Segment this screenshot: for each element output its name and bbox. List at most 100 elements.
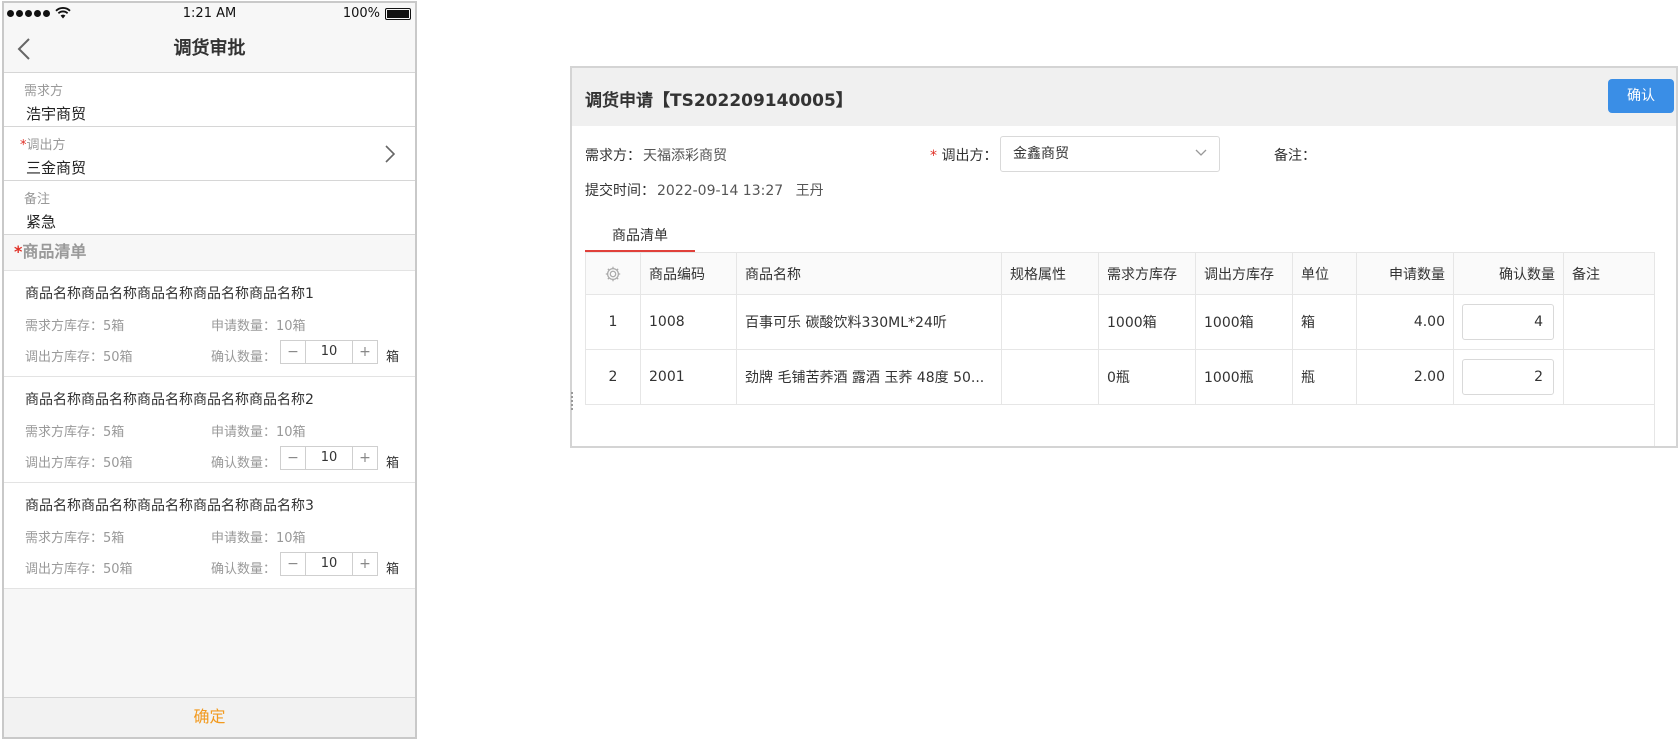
confirm-button[interactable]: 确认 [1608, 79, 1674, 113]
demand-stock: 需求方库存：5箱 [25, 425, 125, 440]
supplier-cell[interactable]: *调出方 三金商贸 [4, 127, 415, 181]
apply-qty: 申请数量：10箱 [211, 425, 306, 440]
table-header: 商品编码 商品名称 规格属性 需求方库存 调出方库存 单位 申请数量 确认数量 … [585, 252, 1674, 295]
gear-icon[interactable] [604, 265, 622, 283]
goods-name: 商品名称商品名称商品名称商品名称商品名称2 [25, 392, 314, 408]
demand-stock: 0瓶 [1098, 349, 1196, 405]
demand-info: 需求方： 天福添彩商贸 [585, 145, 727, 165]
demand-label: 需求方 [24, 84, 64, 99]
goods-spec [1001, 349, 1099, 405]
decrement-button[interactable]: − [281, 553, 305, 575]
column-header-spec: 规格属性 [1001, 252, 1099, 295]
confirm-qty-cell: 2 [1453, 349, 1564, 405]
goods-name: 商品名称商品名称商品名称商品名称商品名称1 [25, 286, 314, 302]
goods-row-stock: 需求方库存：5箱 申请数量：10箱 [25, 527, 306, 546]
column-header-name: 商品名称 [736, 252, 1002, 295]
goods-section-title: 商品清单 [22, 242, 87, 261]
unit: 箱 [1292, 294, 1357, 350]
submit-time: 2022-09-14 13:27 [657, 183, 784, 199]
increment-button[interactable]: + [353, 341, 377, 363]
dialog-title: 调货申请【TS202209140005】 [585, 91, 853, 111]
goods-row-confirm: 调出方库存：50箱 确认数量： [25, 346, 276, 365]
supply-stock: 调出方库存：50箱 [25, 456, 133, 471]
demand-cell: 需求方 浩宇商贸 [4, 73, 415, 127]
remark-value: 紧急 [26, 213, 57, 231]
decrement-button[interactable]: − [281, 341, 305, 363]
mobile-screen: 1:21 AM 100% 调货审批 需求方 浩宇商贸 *调出方 三金商贸 备注 … [2, 1, 417, 739]
supplier-value: 三金商贸 [26, 159, 87, 177]
confirm-qty-input[interactable]: 4 [1462, 304, 1554, 340]
submitter: 王丹 [795, 183, 824, 199]
tab-goods-list[interactable]: 商品清单 [585, 224, 695, 252]
table-row: 2 2001 劲牌 毛铺苦荞酒 露酒 玉荞 48度 50... 0瓶 1000瓶… [585, 349, 1674, 405]
column-header-supply-stock: 调出方库存 [1195, 252, 1293, 295]
quantity-stepper: − 10 + [280, 340, 378, 364]
battery-group: 100% [343, 6, 411, 21]
column-header-code: 商品编码 [640, 252, 737, 295]
row-index: 1 [585, 294, 641, 350]
supply-stock: 1000瓶 [1195, 349, 1293, 405]
increment-button[interactable]: + [353, 553, 377, 575]
supplier-select-value: 金鑫商贸 [1013, 146, 1069, 162]
unit-label: 箱 [386, 456, 400, 471]
demand-value: 天福添彩商贸 [643, 148, 727, 164]
goods-code: 1008 [640, 294, 737, 350]
supply-stock: 1000箱 [1195, 294, 1293, 350]
remark-label: 备注： [1274, 148, 1316, 164]
decrement-button[interactable]: − [281, 447, 305, 469]
quantity-input[interactable]: 10 [305, 553, 353, 575]
quantity-stepper: − 10 + [280, 552, 378, 576]
remark-label: 备注 [24, 192, 51, 207]
battery-icon [385, 7, 411, 20]
confirm-footer-button[interactable]: 确定 [4, 697, 415, 737]
quantity-input[interactable]: 10 [305, 447, 353, 469]
required-mark: * [930, 148, 937, 164]
vertical-scrollbar[interactable] [1654, 252, 1676, 446]
unit: 瓶 [1292, 349, 1357, 405]
quantity-stepper: − 10 + [280, 446, 378, 470]
apply-qty: 申请数量：10箱 [211, 531, 306, 546]
apply-qty: 2.00 [1356, 349, 1454, 405]
page-title: 调货审批 [173, 38, 246, 59]
confirm-label: 确认数量： [211, 456, 277, 471]
column-header-unit: 单位 [1292, 252, 1357, 295]
apply-qty: 申请数量：10箱 [211, 319, 306, 334]
demand-stock: 需求方库存：5箱 [25, 319, 125, 334]
confirm-qty-cell: 4 [1453, 294, 1564, 350]
demand-label: 需求方： [585, 148, 641, 164]
column-header-demand-stock: 需求方库存 [1098, 252, 1196, 295]
supplier-select[interactable]: 金鑫商贸 [1000, 136, 1220, 172]
confirm-qty-input[interactable]: 2 [1462, 359, 1554, 395]
goods-row-stock: 需求方库存：5箱 申请数量：10箱 [25, 315, 306, 334]
supplier-label-wrap: *调出方 [20, 134, 415, 153]
resize-handle[interactable] [571, 392, 575, 410]
transfer-request-dialog: 调货申请【TS202209140005】 确认 需求方： 天福添彩商贸 * 调出方… [570, 66, 1678, 448]
confirm-label: 确认数量： [211, 350, 277, 365]
column-settings-header[interactable] [585, 252, 641, 295]
submit-info: 提交时间： 2022-09-14 13:27 王丹 [585, 180, 824, 200]
supplier-label: 调出方： [941, 148, 998, 164]
goods-item-2: 商品名称商品名称商品名称商品名称商品名称2 需求方库存：5箱 申请数量：10箱 … [4, 377, 415, 483]
column-header-apply-qty: 申请数量 [1356, 252, 1454, 295]
column-header-confirm-qty: 确认数量 [1453, 252, 1564, 295]
goods-row-stock: 需求方库存：5箱 申请数量：10箱 [25, 421, 306, 440]
chevron-right-icon [385, 145, 395, 163]
increment-button[interactable]: + [353, 447, 377, 469]
remark-cell[interactable]: 备注 紧急 [4, 181, 415, 235]
status-bar: 1:21 AM 100% [4, 3, 415, 25]
goods-spec [1001, 294, 1099, 350]
demand-stock: 需求方库存：5箱 [25, 531, 125, 546]
goods-name: 百事可乐 碳酸饮料330ML*24听 [736, 294, 1002, 350]
goods-row-confirm: 调出方库存：50箱 确认数量： [25, 452, 276, 471]
back-icon[interactable] [16, 37, 32, 61]
supplier-label: 调出方 [26, 138, 66, 153]
confirm-label: 确认数量： [211, 562, 277, 577]
dialog-header: 调货申请【TS202209140005】 确认 [572, 68, 1676, 126]
supplier-info-label: * 调出方： [930, 145, 997, 165]
submit-label: 提交时间： [585, 183, 655, 199]
supply-stock: 调出方库存：50箱 [25, 350, 133, 365]
nav-bar: 调货审批 [4, 25, 415, 73]
quantity-input[interactable]: 10 [305, 341, 353, 363]
goods-item-1: 商品名称商品名称商品名称商品名称商品名称1 需求方库存：5箱 申请数量：10箱 … [4, 271, 415, 377]
supply-stock: 调出方库存：50箱 [25, 562, 133, 577]
